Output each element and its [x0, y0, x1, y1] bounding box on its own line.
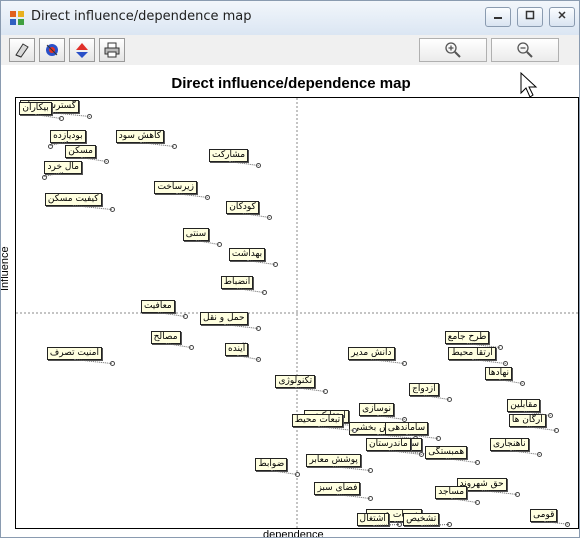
- point-label[interactable]: نوسازی: [359, 402, 394, 416]
- x-axis-label: dependence: [263, 529, 324, 538]
- window-title: Direct influence/dependence map: [31, 9, 252, 24]
- point-label[interactable]: تکنولوژی: [275, 374, 316, 388]
- app-icon: [10, 11, 24, 25]
- point-label[interactable]: مساجد: [435, 485, 468, 499]
- y-axis-label: Influence: [0, 246, 11, 291]
- chart-title: Direct influence/dependence map: [171, 75, 411, 92]
- quadrant-lines: [16, 98, 578, 528]
- point-label[interactable]: حمل و نقل: [200, 311, 248, 325]
- zoom-out-icon: [517, 42, 533, 58]
- point-label[interactable]: پوشش معابر: [306, 453, 361, 467]
- point-label[interactable]: مال خرد: [44, 161, 82, 175]
- point-label[interactable]: کودکان: [226, 200, 259, 214]
- print-button[interactable]: [99, 38, 125, 62]
- zoom-in-button[interactable]: [419, 38, 487, 62]
- point-label[interactable]: ضوابط: [255, 457, 288, 471]
- close-button[interactable]: [549, 7, 575, 27]
- options-button[interactable]: [69, 38, 95, 62]
- point-label[interactable]: بیکاران: [19, 101, 52, 115]
- copy-icon: [15, 43, 29, 58]
- plot-area: گسترش شغلبیکارانبودیازدهمسکنمال خردکاهش …: [15, 97, 579, 529]
- mouse-cursor-icon: [520, 71, 538, 98]
- maximize-button[interactable]: [517, 7, 543, 27]
- point-label[interactable]: کیفیت مسکن: [44, 192, 102, 206]
- zoom-out-button[interactable]: [491, 38, 559, 62]
- copy-button[interactable]: [9, 38, 35, 62]
- colors-button[interactable]: [39, 38, 65, 62]
- options-icon: [76, 43, 88, 58]
- point-label[interactable]: ازدواج: [409, 382, 439, 396]
- print-icon: [104, 42, 120, 58]
- title-bar: Direct influence/dependence map: [1, 1, 579, 36]
- point-label[interactable]: فضای سبز: [314, 481, 361, 495]
- point-label[interactable]: کاهش سود: [115, 129, 165, 143]
- colors-icon: [46, 44, 58, 56]
- app-window: Direct influence/dependence map Direct i…: [0, 0, 580, 538]
- minimize-icon: [494, 17, 502, 19]
- close-icon: [558, 11, 566, 19]
- point-label[interactable]: انضباط: [220, 275, 254, 289]
- point-label[interactable]: مقابلین: [507, 398, 541, 412]
- point-label[interactable]: معافیت: [140, 299, 175, 313]
- zoom-in-icon: [445, 42, 461, 58]
- minimize-button[interactable]: [485, 7, 511, 27]
- maximize-icon: [525, 10, 535, 20]
- toolbar: [1, 35, 579, 66]
